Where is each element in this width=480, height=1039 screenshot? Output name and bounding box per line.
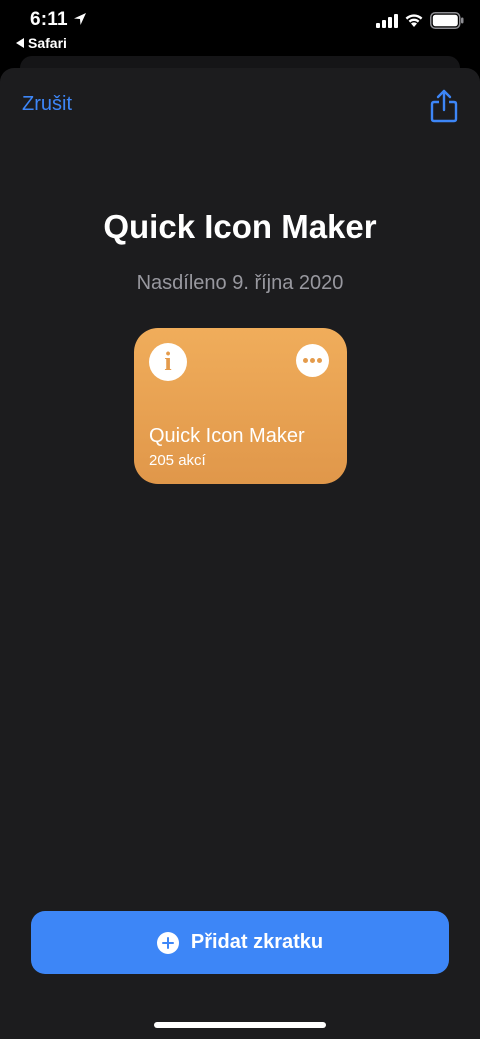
share-icon[interactable] bbox=[429, 88, 459, 124]
cellular-signal-icon bbox=[376, 14, 398, 28]
cancel-button[interactable]: Zrušit bbox=[22, 93, 72, 116]
page-title: Quick Icon Maker bbox=[103, 208, 377, 245]
back-triangle-icon bbox=[16, 38, 24, 48]
battery-icon bbox=[430, 12, 464, 29]
dot bbox=[317, 358, 322, 363]
shared-date: Nasdíleno 9. října 2020 bbox=[136, 272, 344, 294]
back-app-label: Safari bbox=[28, 35, 67, 51]
dot bbox=[303, 358, 308, 363]
status-bar: 6:11 Safari bbox=[0, 0, 480, 56]
shortcut-name: Quick Icon Maker bbox=[149, 425, 305, 447]
shortcut-card[interactable]: i Quick Icon Maker 205 akcí bbox=[134, 328, 347, 484]
info-icon[interactable]: i bbox=[149, 343, 187, 381]
more-options-icon[interactable] bbox=[296, 344, 329, 377]
add-shortcut-button[interactable]: Přidat zkratku bbox=[31, 911, 449, 974]
shortcut-action-count: 205 akcí bbox=[149, 452, 206, 469]
back-to-safari-link[interactable]: Safari bbox=[16, 35, 67, 51]
plus-circle-icon bbox=[156, 931, 179, 954]
location-arrow-icon bbox=[74, 13, 86, 25]
wifi-icon bbox=[405, 14, 423, 27]
add-shortcut-label: Přidat zkratku bbox=[190, 931, 324, 953]
dot bbox=[310, 358, 315, 363]
status-time: 6:11 bbox=[30, 9, 68, 30]
home-indicator[interactable] bbox=[154, 1022, 326, 1028]
